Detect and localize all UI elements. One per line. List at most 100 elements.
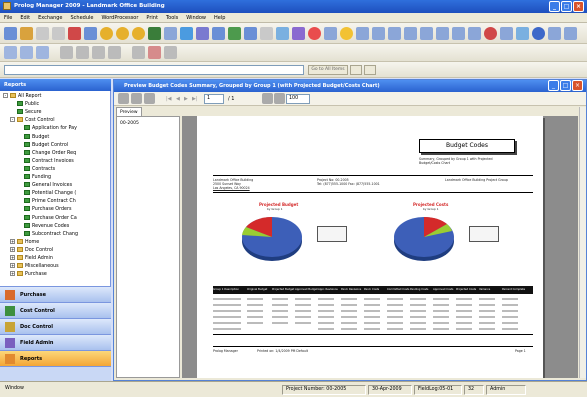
globe-icon[interactable] xyxy=(532,27,545,40)
tree-item[interactable]: Secure xyxy=(17,109,42,117)
next-record-icon[interactable] xyxy=(92,46,105,59)
expand-icon[interactable]: + xyxy=(10,246,15,252)
expand-icon[interactable]: + xyxy=(10,271,15,277)
redo-icon[interactable] xyxy=(52,27,65,40)
search-icon[interactable] xyxy=(350,65,362,75)
folder-icon[interactable] xyxy=(4,27,17,40)
tree-item[interactable]: Contracts xyxy=(24,165,55,174)
tree-item[interactable]: Contract Invoices xyxy=(24,157,74,166)
menu-window[interactable]: Window xyxy=(182,13,210,21)
delete-icon[interactable] xyxy=(68,27,81,40)
photo-icon[interactable] xyxy=(500,27,513,40)
find-icon[interactable] xyxy=(132,46,145,59)
bookmark-icon[interactable] xyxy=(364,65,376,75)
tree-item[interactable]: Subcontract Chang xyxy=(24,230,78,239)
stop-icon[interactable] xyxy=(308,27,321,40)
link-icon[interactable] xyxy=(196,27,209,40)
page-number-input[interactable]: 1 xyxy=(204,94,224,104)
tree-item[interactable]: Prime Contract Ch xyxy=(24,198,76,206)
first-page-icon[interactable]: |◀ xyxy=(166,96,172,102)
previous-record-icon[interactable] xyxy=(76,46,89,59)
collapse-icon[interactable]: - xyxy=(10,117,15,123)
tree-item[interactable]: Purchase Order Ca xyxy=(24,214,77,223)
collapse-icon[interactable]: - xyxy=(3,93,8,98)
tree-item[interactable]: Potential Change ( xyxy=(24,190,76,198)
list-icon[interactable] xyxy=(372,27,385,40)
maximize-button[interactable]: □ xyxy=(561,1,572,12)
minimize-button[interactable]: _ xyxy=(549,1,560,12)
camera-icon[interactable] xyxy=(516,27,529,40)
first-record-icon[interactable] xyxy=(60,46,73,59)
zoom-icon[interactable] xyxy=(274,93,285,104)
menu-print[interactable]: Print xyxy=(142,13,162,21)
expand-icon[interactable]: + xyxy=(10,263,15,269)
nav-button-field-admin[interactable]: Field Admin xyxy=(0,334,111,350)
menu-file[interactable]: File xyxy=(0,13,16,21)
group-tree-item[interactable]: 00-2005 xyxy=(120,121,139,126)
tree-item[interactable]: + Field Admin xyxy=(10,255,53,263)
close-button[interactable]: × xyxy=(573,1,584,12)
copy-icon[interactable] xyxy=(84,27,97,40)
tree-item[interactable]: - All Report xyxy=(3,93,41,101)
binoculars-icon[interactable] xyxy=(324,27,337,40)
tree-item[interactable]: Revenue Codes xyxy=(24,222,69,231)
tree-item[interactable]: General Invoices xyxy=(24,182,72,190)
nav-button-doc-control[interactable]: Doc Control xyxy=(0,318,111,334)
tree-item[interactable]: - Cost Control xyxy=(10,117,55,125)
menu-wordprocessor[interactable]: WordProcessor xyxy=(97,13,142,21)
drawings-icon[interactable] xyxy=(452,27,465,40)
alert-icon[interactable] xyxy=(340,27,353,40)
mail-icon[interactable] xyxy=(212,27,225,40)
menu-edit[interactable]: Edit xyxy=(16,13,34,21)
tree-item[interactable]: Budget Control xyxy=(24,141,68,150)
window-icon[interactable] xyxy=(164,27,177,40)
tree-item[interactable]: + Miscellaneous xyxy=(10,263,59,271)
address-input[interactable] xyxy=(4,65,304,75)
options-icon[interactable] xyxy=(164,46,177,59)
calendar-icon[interactable] xyxy=(148,27,161,40)
spreadsheet-icon[interactable] xyxy=(228,27,241,40)
save-icon[interactable] xyxy=(20,46,33,59)
tree-item[interactable]: Application for Pay xyxy=(24,125,77,133)
tree-item[interactable]: Purchase Orders xyxy=(24,206,71,214)
vertical-scrollbar[interactable] xyxy=(579,107,586,378)
print-icon[interactable] xyxy=(260,27,273,40)
report-restore-button[interactable]: □ xyxy=(560,80,571,91)
report-icon[interactable] xyxy=(244,27,257,40)
gear-icon[interactable] xyxy=(292,27,305,40)
last-record-icon[interactable] xyxy=(108,46,121,59)
edit-icon[interactable] xyxy=(36,46,49,59)
open-icon[interactable] xyxy=(20,27,33,40)
go-to-all-items-button[interactable]: Go to All Items xyxy=(308,65,348,75)
tree-item[interactable]: Funding xyxy=(24,174,51,182)
prev-page-icon[interactable]: ◀ xyxy=(176,96,180,102)
menu-tools[interactable]: Tools xyxy=(162,13,182,21)
transmittal-icon[interactable] xyxy=(420,27,433,40)
refresh-icon[interactable] xyxy=(131,93,142,104)
tree-item[interactable]: + Home xyxy=(10,238,39,247)
nav-button-purchase[interactable]: Purchase xyxy=(0,286,111,302)
menu-schedule[interactable]: Schedule xyxy=(67,13,98,21)
help-icon[interactable] xyxy=(548,27,561,40)
report-minimize-button[interactable]: _ xyxy=(548,80,559,91)
report-close-button[interactable]: × xyxy=(572,80,583,91)
next-page-icon[interactable]: ▶ xyxy=(184,96,188,102)
zoom-select[interactable]: 100 xyxy=(286,94,310,104)
export-icon[interactable] xyxy=(144,93,155,104)
undo-icon[interactable] xyxy=(36,27,49,40)
more-icon[interactable] xyxy=(564,27,577,40)
contacts-icon[interactable] xyxy=(436,27,449,40)
tree-item[interactable]: + Doc Control xyxy=(10,246,53,255)
expand-icon[interactable]: + xyxy=(10,255,15,260)
tree-item[interactable]: Public xyxy=(17,101,39,109)
chart-icon[interactable] xyxy=(276,27,289,40)
menu-help[interactable]: Help xyxy=(210,13,229,21)
print-preview-icon[interactable] xyxy=(118,93,129,104)
tools-icon[interactable] xyxy=(356,27,369,40)
search-report-icon[interactable] xyxy=(262,93,273,104)
grid-icon[interactable] xyxy=(388,27,401,40)
favorite-icon[interactable] xyxy=(484,27,497,40)
nav-button-cost-control[interactable]: Cost Control xyxy=(0,302,111,318)
menu-exchange[interactable]: Exchange xyxy=(34,13,66,21)
cancel-icon[interactable] xyxy=(148,46,161,59)
